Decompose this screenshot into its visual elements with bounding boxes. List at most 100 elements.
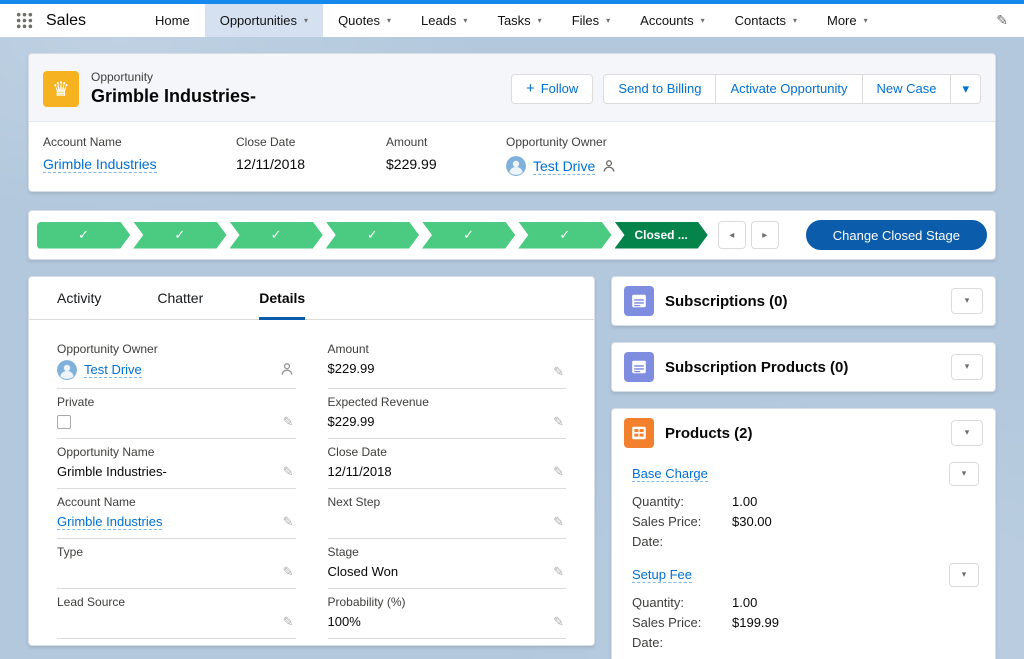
edit-pencil-icon[interactable]: ✎ [553, 415, 564, 430]
path-stage-complete[interactable]: ✓ [422, 222, 515, 249]
nav-tab-accounts[interactable]: Accounts▾ [625, 4, 720, 37]
product-link[interactable]: Base Charge [632, 466, 708, 482]
nav-tab-tasks[interactable]: Tasks▾ [482, 4, 556, 37]
send-to-billing-button[interactable]: Send to Billing [603, 74, 715, 104]
chevron-down-icon: ▾ [962, 469, 967, 479]
field-amount: Amount $229.99 ✎ [328, 336, 567, 389]
field-next-step: Next Step ✎ [328, 489, 567, 539]
activate-opportunity-button[interactable]: Activate Opportunity [715, 74, 861, 104]
account-name-link[interactable]: Grimble Industries [43, 156, 157, 173]
edit-pencil-icon[interactable]: ✎ [283, 465, 294, 480]
products-icon [624, 418, 654, 448]
highlights-panel: Account Name Grimble Industries Close Da… [29, 122, 995, 191]
field-close-date: Close Date 12/11/2018 ✎ [328, 439, 567, 489]
product-field-value [732, 635, 979, 650]
check-icon: ✓ [174, 228, 185, 243]
nav-tab-files[interactable]: Files▾ [557, 4, 625, 37]
path-stage-complete[interactable]: ✓ [230, 222, 323, 249]
record-header-top: ♛ Opportunity Grimble Industries- + Foll… [29, 54, 995, 122]
crown-icon: ♛ [52, 79, 70, 99]
more-actions-button[interactable]: ▾ [950, 74, 981, 104]
nav-tab-more[interactable]: More▾ [812, 4, 883, 37]
highlight-label: Amount [386, 135, 492, 149]
field-value: Grimble Industries [57, 513, 272, 530]
sales-path-card: ✓ ✓ ✓ ✓ ✓ ✓ Closed ... ◂ ▸ Change Closed… [28, 210, 996, 260]
path-scroll-right-button[interactable]: ▸ [751, 221, 779, 249]
change-owner-icon[interactable] [602, 159, 616, 173]
change-owner-icon[interactable] [280, 362, 294, 380]
highlight-opportunity-owner: Opportunity Owner Test Drive [506, 135, 630, 176]
edit-pencil-icon[interactable]: ✎ [283, 565, 294, 580]
tab-label: Chatter [157, 290, 203, 306]
path-stage-complete[interactable]: ✓ [326, 222, 419, 249]
chevron-down-icon: ▾ [965, 362, 970, 372]
field-opportunity-owner: Opportunity Owner Test Drive [57, 336, 296, 389]
nav-tab-contacts[interactable]: Contacts▾ [720, 4, 812, 37]
tab-details[interactable]: Details [259, 277, 305, 319]
account-name-link[interactable]: Grimble Industries [57, 514, 162, 530]
private-checkbox[interactable] [57, 415, 71, 429]
path-stage-complete[interactable]: ✓ [518, 222, 611, 249]
products-actions-button[interactable]: ▾ [951, 420, 983, 446]
chevron-down-icon[interactable]: ▾ [864, 16, 868, 25]
field-label: Amount [328, 342, 543, 356]
field-value [57, 413, 272, 430]
edit-pencil-icon[interactable]: ✎ [553, 465, 564, 480]
field-value [328, 513, 543, 530]
subscriptions-title[interactable]: Subscriptions (0) [665, 293, 940, 310]
nav-tab-label: Home [155, 13, 190, 28]
products-title[interactable]: Products (2) [665, 425, 940, 442]
check-icon: ✓ [367, 228, 378, 243]
chevron-down-icon[interactable]: ▾ [304, 16, 308, 25]
owner-link[interactable]: Test Drive [84, 362, 142, 378]
follow-button[interactable]: + Follow [511, 74, 593, 104]
nav-tab-home[interactable]: Home [140, 4, 205, 37]
path-stage-complete[interactable]: ✓ [133, 222, 226, 249]
path-scroll-left-button[interactable]: ◂ [718, 221, 746, 249]
field-value [57, 563, 272, 580]
change-closed-stage-button[interactable]: Change Closed Stage [806, 220, 987, 250]
caret-right-icon: ▸ [762, 230, 767, 241]
subscriptions-actions-button[interactable]: ▾ [951, 288, 983, 314]
record-title: Grimble Industries- [91, 86, 256, 107]
product-link[interactable]: Setup Fee [632, 567, 692, 583]
nav-tab-leads[interactable]: Leads▾ [406, 4, 482, 37]
path-stage-complete[interactable]: ✓ [37, 222, 130, 249]
product-field-row: Date: [632, 531, 979, 551]
header-actions: + Follow Send to Billing Activate Opport… [511, 74, 981, 104]
edit-pencil-icon[interactable]: ✎ [283, 515, 294, 530]
edit-pencil-icon[interactable]: ✎ [553, 515, 564, 530]
product-row-actions-button[interactable]: ▾ [949, 563, 979, 587]
new-case-button[interactable]: New Case [862, 74, 951, 104]
edit-pencil-icon[interactable]: ✎ [283, 615, 294, 630]
edit-nav-pencil-icon[interactable]: ✎ [996, 13, 1008, 29]
chevron-down-icon[interactable]: ▾ [463, 16, 467, 25]
edit-pencil-icon[interactable]: ✎ [553, 365, 564, 380]
record-titles: Opportunity Grimble Industries- [91, 70, 256, 107]
subscription-products-title[interactable]: Subscription Products (0) [665, 359, 940, 376]
subscription-products-actions-button[interactable]: ▾ [951, 354, 983, 380]
field-value: $229.99 [328, 360, 543, 377]
nav-tab-opportunities[interactable]: Opportunities▾ [205, 4, 323, 37]
chevron-down-icon[interactable]: ▾ [538, 16, 542, 25]
chevron-down-icon[interactable]: ▾ [793, 16, 797, 25]
product-row-actions-button[interactable]: ▾ [949, 462, 979, 486]
subscriptions-card: Subscriptions (0) ▾ [611, 276, 996, 326]
subscriptions-icon [624, 286, 654, 316]
app-launcher-icon[interactable] [16, 12, 34, 30]
nav-tab-quotes[interactable]: Quotes▾ [323, 4, 406, 37]
field-label: Type [57, 545, 272, 559]
chevron-down-icon: ▾ [965, 296, 970, 306]
edit-pencil-icon[interactable]: ✎ [283, 415, 294, 430]
chevron-down-icon[interactable]: ▾ [701, 16, 705, 25]
edit-pencil-icon[interactable]: ✎ [553, 615, 564, 630]
tab-activity[interactable]: Activity [57, 277, 101, 319]
owner-link[interactable]: Test Drive [533, 158, 595, 175]
edit-pencil-icon[interactable]: ✎ [553, 565, 564, 580]
tab-chatter[interactable]: Chatter [157, 277, 203, 319]
field-type: Type ✎ [57, 539, 296, 589]
chevron-down-icon[interactable]: ▾ [387, 16, 391, 25]
chevron-down-icon[interactable]: ▾ [606, 16, 610, 25]
product-item: Setup Fee ▾ Quantity: 1.00 Sales Price: … [624, 559, 983, 659]
path-stage-closed[interactable]: Closed ... [615, 222, 708, 249]
